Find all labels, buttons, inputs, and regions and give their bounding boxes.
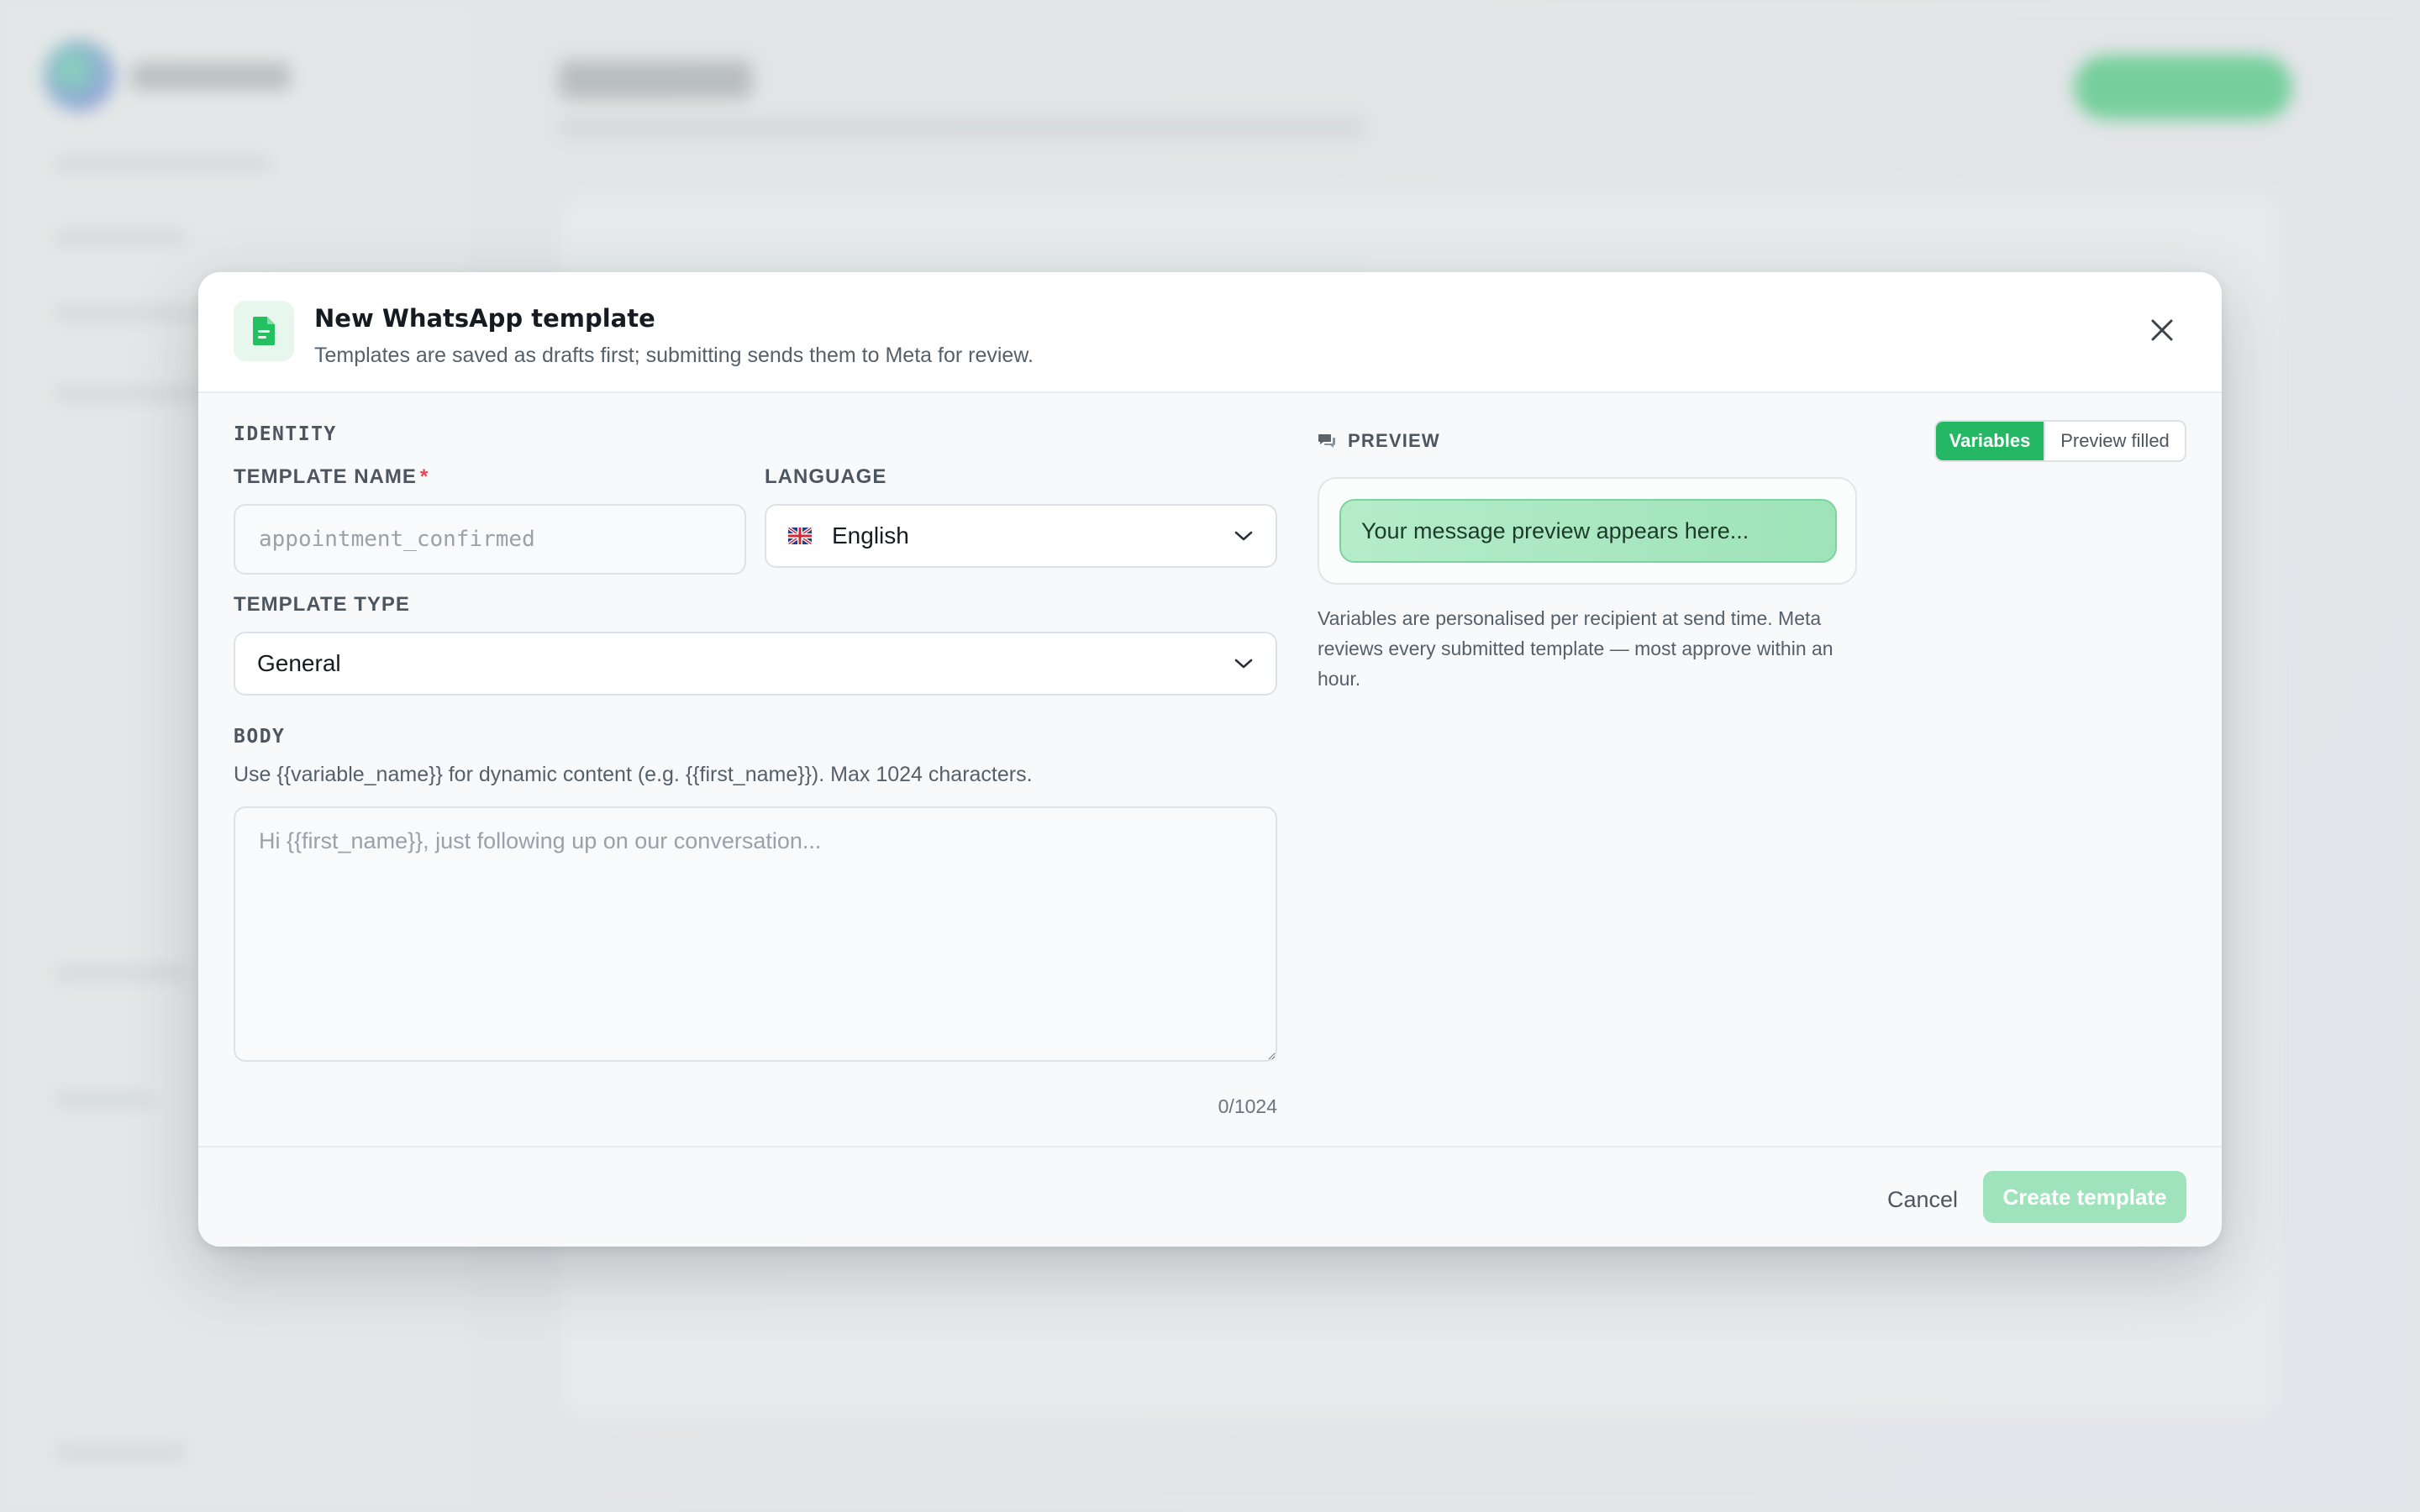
language-label: LANGUAGE <box>765 465 887 488</box>
modal-header: New WhatsApp template Templates are save… <box>198 272 2222 393</box>
modal-footer: Cancel Create template <box>198 1146 2222 1247</box>
chat-bubbles-icon <box>1318 434 1335 448</box>
close-button[interactable] <box>2141 309 2183 351</box>
preview-note: Variables are personalised per recipient… <box>1318 607 1833 690</box>
template-type-select[interactable]: General <box>234 632 1277 696</box>
message-preview-frame: Your message preview appears here... <box>1318 477 1857 585</box>
body-textarea[interactable] <box>234 806 1277 1062</box>
preview-section-label: PREVIEW <box>1318 430 1440 452</box>
template-name-label: TEMPLATE NAME * <box>234 465 429 489</box>
tab-variables[interactable]: Variables <box>1936 422 2044 460</box>
modal-title: New WhatsApp template <box>314 304 655 333</box>
preview-mode-toggle: Variables Preview filled <box>1934 420 2186 462</box>
close-icon <box>2151 319 2173 341</box>
document-icon <box>234 301 294 361</box>
new-template-modal: New WhatsApp template Templates are save… <box>198 272 2222 1247</box>
body-char-count: 0/1024 <box>1218 1095 1277 1117</box>
language-value: English <box>832 522 909 549</box>
chevron-down-icon <box>1234 531 1253 541</box>
language-select[interactable]: English <box>765 504 1277 568</box>
chevron-down-icon <box>1234 659 1253 669</box>
modal-subtitle: Templates are saved as drafts first; sub… <box>314 344 1034 367</box>
uk-flag-icon <box>788 528 812 544</box>
required-marker: * <box>419 465 429 488</box>
preview-label-text: PREVIEW <box>1348 430 1440 451</box>
template-type-label: TEMPLATE TYPE <box>234 593 410 616</box>
body-section-label: BODY <box>234 726 286 748</box>
create-template-button[interactable]: Create template <box>1983 1171 2186 1223</box>
template-type-value: General <box>257 650 341 676</box>
body-help-text: Use {{variable_name}} for dynamic conten… <box>234 763 1033 786</box>
message-preview-bubble: Your message preview appears here... <box>1339 499 1837 563</box>
template-name-input[interactable] <box>234 504 746 575</box>
tab-preview-filled[interactable]: Preview filled <box>2044 422 2185 460</box>
identity-section-label: IDENTITY <box>234 423 337 445</box>
cancel-button[interactable]: Cancel <box>1870 1174 1975 1225</box>
template-name-label-text: TEMPLATE NAME <box>234 465 417 488</box>
